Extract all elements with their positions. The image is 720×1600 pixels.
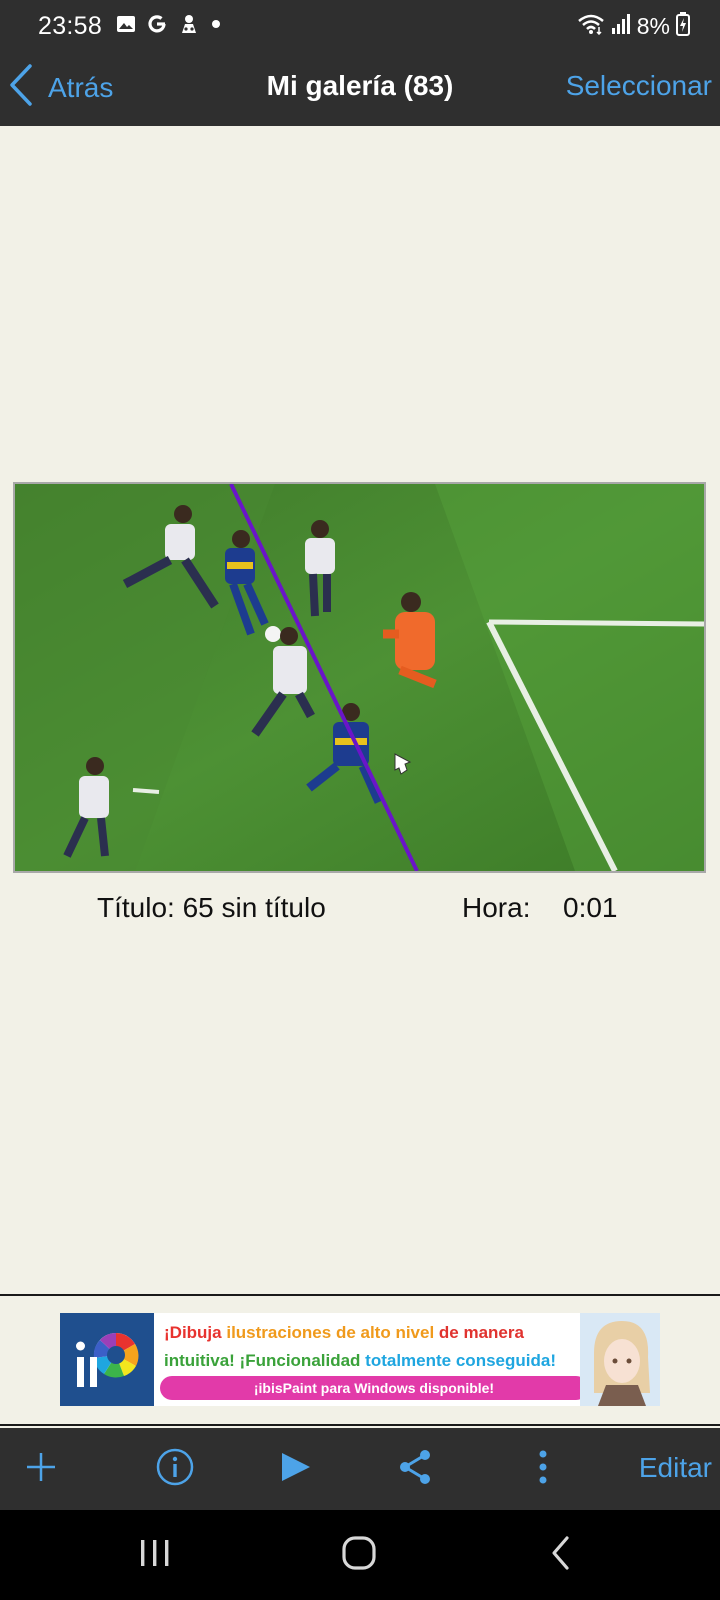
ad-text-2a: intuitiva! ¡Funcionalidad [164,1351,366,1370]
add-button[interactable] [10,1428,72,1510]
signal-icon [611,13,631,40]
info-button[interactable] [140,1428,210,1510]
play-icon [278,1450,312,1489]
status-bar: 23:58 8% [0,0,720,52]
status-icons-left [116,13,222,40]
ad-divider-bottom [0,1424,720,1426]
more-vertical-icon [537,1449,549,1490]
incognito-icon [178,13,200,40]
ad-text-1a: ¡Dibuja [164,1323,227,1342]
ad-cta-pill: ¡ibisPaint para Windows disponible! [160,1376,588,1400]
status-icons-right: 8% [577,11,690,41]
google-icon [146,13,168,40]
battery-percent: 8% [636,12,670,39]
share-button[interactable] [380,1428,450,1510]
soccer-offside-image [15,484,704,871]
time-label: Hora: [462,892,531,923]
bottom-toolbar: Editar [0,1428,720,1510]
info-icon [155,1447,195,1492]
ad-text: ¡Dibuja ilustraciones de alto nivel de m… [164,1319,588,1375]
ad-banner[interactable]: ¡Dibuja ilustraciones de alto nivel de m… [60,1313,660,1406]
system-navigation-bar [0,1510,720,1600]
play-button[interactable] [260,1428,330,1510]
share-icon [397,1448,433,1491]
battery-charging-icon [676,11,690,41]
home-icon [341,1535,377,1576]
status-time: 23:58 [38,11,103,40]
artwork-title: Título: 65 sin título [97,892,326,923]
time-value: 0:01 [563,892,618,923]
wifi-icon [577,13,605,40]
more-button[interactable] [508,1428,578,1510]
ad-divider-top [0,1294,720,1296]
recents-icon [138,1538,172,1573]
back-icon [550,1535,572,1576]
ad-line-1: ¡Dibuja ilustraciones de alto nivel de m… [164,1319,588,1347]
artwork-info: Título: 65 sin título Hora: 0:01 [0,892,720,932]
artwork-preview[interactable] [13,482,706,873]
ad-text-1c: de manera [434,1323,524,1342]
dot-icon [210,17,222,35]
system-back-button[interactable] [526,1510,596,1600]
select-button[interactable]: Seleccionar [566,70,712,102]
ad-text-2b: totalmente conseguida! [365,1351,556,1370]
ad-text-1b: ilustraciones de alto nivel [226,1323,435,1342]
ad-line-2: intuitiva! ¡Funcionalidad totalmente con… [164,1347,588,1375]
plus-icon [25,1451,57,1488]
navigation-bar: Atrás Mi galería (83) Seleccionar [0,52,720,126]
home-button[interactable] [322,1510,396,1600]
gallery-icon [116,14,136,39]
edit-button[interactable]: Editar [639,1452,712,1484]
recents-button[interactable] [120,1510,190,1600]
anime-character-image [580,1313,660,1406]
ibispaint-logo [60,1313,154,1406]
